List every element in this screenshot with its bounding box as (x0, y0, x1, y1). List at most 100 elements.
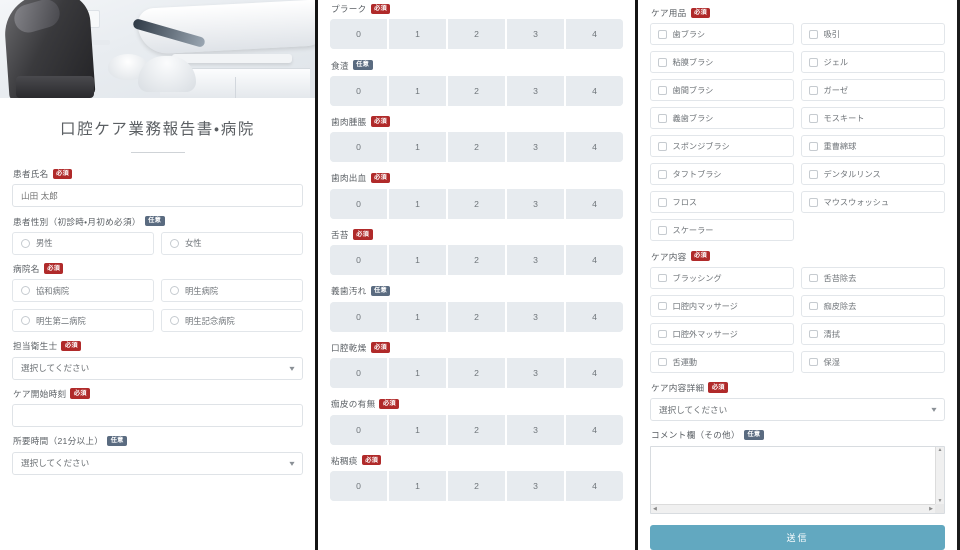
checkbox-care-supply-13[interactable]: マウスウォッシュ (801, 191, 945, 214)
checkbox-care-supply-8[interactable]: スポンジブラシ (650, 135, 794, 158)
scale-cell-2[interactable]: 2 (448, 188, 507, 219)
scale-cell-2[interactable]: 2 (448, 358, 507, 389)
scale-cell-3[interactable]: 3 (507, 245, 566, 276)
checkbox-care-supply-1[interactable]: 吸引 (801, 23, 945, 46)
chevron-down-icon: ▾ (931, 405, 937, 415)
scale-cell-1[interactable]: 1 (389, 19, 448, 50)
checkbox-label: 重曹綿球 (823, 142, 857, 152)
scale-cell-3[interactable]: 3 (507, 132, 566, 163)
textarea-resize-grip[interactable] (935, 503, 944, 513)
checkbox-care-supply-5[interactable]: ガーゼ (801, 79, 945, 102)
scale-cell-1[interactable]: 1 (389, 470, 448, 501)
checkbox-icon (658, 30, 667, 39)
scroll-left-arrow-icon[interactable]: ◀ (653, 506, 657, 512)
care-start-time-input[interactable] (12, 404, 303, 428)
scale-cell-3[interactable]: 3 (507, 188, 566, 219)
radio-option-hospital-4[interactable]: 明生記念病院 (161, 309, 303, 333)
scale-cell-0[interactable]: 0 (330, 132, 389, 163)
scale-cell-0[interactable]: 0 (330, 75, 389, 106)
checkbox-care-content-2[interactable]: 口腔内マッサージ (650, 294, 794, 317)
checkbox-care-supply-3[interactable]: ジェル (801, 51, 945, 74)
scale-cell-3[interactable]: 3 (507, 75, 566, 106)
textarea-horizontal-scrollbar[interactable]: ◀ ▶ (651, 503, 935, 513)
scale-cell-1[interactable]: 1 (389, 188, 448, 219)
checkbox-label: タフトブラシ (672, 170, 722, 180)
checkbox-care-content-5[interactable]: 清拭 (801, 322, 945, 345)
checkbox-care-content-6[interactable]: 舌運動 (650, 350, 794, 373)
label-hygienist: 担当衛生士 必須 (13, 340, 303, 351)
scale-cell-1[interactable]: 1 (389, 245, 448, 276)
checkbox-care-supply-14[interactable]: スケーラー (650, 219, 794, 242)
scale-cell-0[interactable]: 0 (330, 19, 389, 50)
radio-option-hospital-1[interactable]: 協和病院 (12, 279, 154, 303)
scroll-up-arrow-icon[interactable]: ▲ (938, 447, 943, 453)
scale-cell-3[interactable]: 3 (507, 414, 566, 445)
scale-cell-1[interactable]: 1 (389, 301, 448, 332)
scale-cell-4[interactable]: 4 (566, 132, 623, 163)
checkbox-care-supply-6[interactable]: 義歯ブラシ (650, 107, 794, 130)
checkbox-care-supply-12[interactable]: フロス (650, 191, 794, 214)
scale-cell-0[interactable]: 0 (330, 470, 389, 501)
checkbox-care-supply-4[interactable]: 歯間ブラシ (650, 79, 794, 102)
scale-cell-3[interactable]: 3 (507, 19, 566, 50)
hygienist-select[interactable]: 選択してください ▾ (12, 356, 303, 380)
submit-button[interactable]: 送信 (650, 524, 945, 550)
comment-textarea[interactable]: ▲ ▼ ◀ ▶ (650, 445, 945, 514)
checkbox-care-supply-7[interactable]: モスキート (801, 107, 945, 130)
scale-cell-4[interactable]: 4 (566, 414, 623, 445)
scale-cell-4[interactable]: 4 (566, 301, 623, 332)
scale-cell-3[interactable]: 3 (507, 358, 566, 389)
scale-cell-0[interactable]: 0 (330, 245, 389, 276)
scale-cell-2[interactable]: 2 (448, 132, 507, 163)
scale-cell-2[interactable]: 2 (448, 470, 507, 501)
care-detail-select[interactable]: 選択してください ▾ (650, 398, 945, 422)
label-patient-gender-text: 患者性別（初診時・月初め必須） (13, 216, 141, 227)
checkbox-care-supply-0[interactable]: 歯ブラシ (650, 23, 794, 46)
checkbox-care-supply-10[interactable]: タフトブラシ (650, 163, 794, 186)
scale-cell-4[interactable]: 4 (566, 75, 623, 106)
scale-cell-0[interactable]: 0 (330, 301, 389, 332)
scale-cell-4[interactable]: 4 (566, 245, 623, 276)
textarea-vertical-scrollbar[interactable]: ▲ ▼ (935, 446, 944, 504)
checkbox-care-content-4[interactable]: 口腔外マッサージ (650, 322, 794, 345)
scale-cell-2[interactable]: 2 (448, 19, 507, 50)
scale-cell-1[interactable]: 1 (389, 75, 448, 106)
scale-cell-1[interactable]: 1 (389, 414, 448, 445)
radio-option-hospital-3[interactable]: 明生第二病院 (12, 309, 154, 333)
scale-block-oral-dryness: 口腔乾燥 必須 0 1 2 3 4 (330, 342, 623, 389)
patient-name-input[interactable] (12, 184, 303, 208)
scale-cell-4[interactable]: 4 (566, 19, 623, 50)
scale-cell-2[interactable]: 2 (448, 414, 507, 445)
checkbox-care-content-7[interactable]: 保湿 (801, 350, 945, 373)
scale-cell-2[interactable]: 2 (448, 75, 507, 106)
scale-cell-1[interactable]: 1 (389, 358, 448, 389)
scale-cell-4[interactable]: 4 (566, 188, 623, 219)
scale-cell-2[interactable]: 2 (448, 301, 507, 332)
radio-icon (170, 286, 179, 296)
scale-cell-0[interactable]: 0 (330, 188, 389, 219)
radio-label: 女性 (185, 238, 202, 249)
checkbox-care-supply-11[interactable]: デンタルリンス (801, 163, 945, 186)
scale-cell-2[interactable]: 2 (448, 245, 507, 276)
checkbox-care-supply-2[interactable]: 粘膜ブラシ (650, 51, 794, 74)
scroll-right-arrow-icon[interactable]: ▶ (929, 506, 933, 512)
checkbox-icon (809, 86, 818, 95)
radio-option-male[interactable]: 男性 (12, 231, 154, 255)
scale-cell-0[interactable]: 0 (330, 414, 389, 445)
label-care-detail-text: ケア内容詳細 (651, 382, 705, 393)
radio-option-female[interactable]: 女性 (161, 231, 303, 255)
scale-cell-4[interactable]: 4 (566, 470, 623, 501)
scale-cell-1[interactable]: 1 (389, 132, 448, 163)
checkbox-care-content-1[interactable]: 舌苔除去 (801, 266, 945, 289)
scale-cell-3[interactable]: 3 (507, 470, 566, 501)
duration-select[interactable]: 選択してください ▾ (12, 451, 303, 475)
checkbox-care-content-3[interactable]: 痂皮除去 (801, 294, 945, 317)
scale-cell-3[interactable]: 3 (507, 301, 566, 332)
scale-cell-0[interactable]: 0 (330, 358, 389, 389)
label-viscous-sputum-text: 粘稠痰 (331, 455, 358, 466)
label-patient-gender: 患者性別（初診時・月初め必須） 任意 (13, 215, 303, 227)
checkbox-care-content-0[interactable]: ブラッシング (650, 266, 794, 289)
radio-option-hospital-2[interactable]: 明生病院 (161, 279, 303, 303)
checkbox-care-supply-9[interactable]: 重曹綿球 (801, 135, 945, 158)
scale-cell-4[interactable]: 4 (566, 358, 623, 389)
